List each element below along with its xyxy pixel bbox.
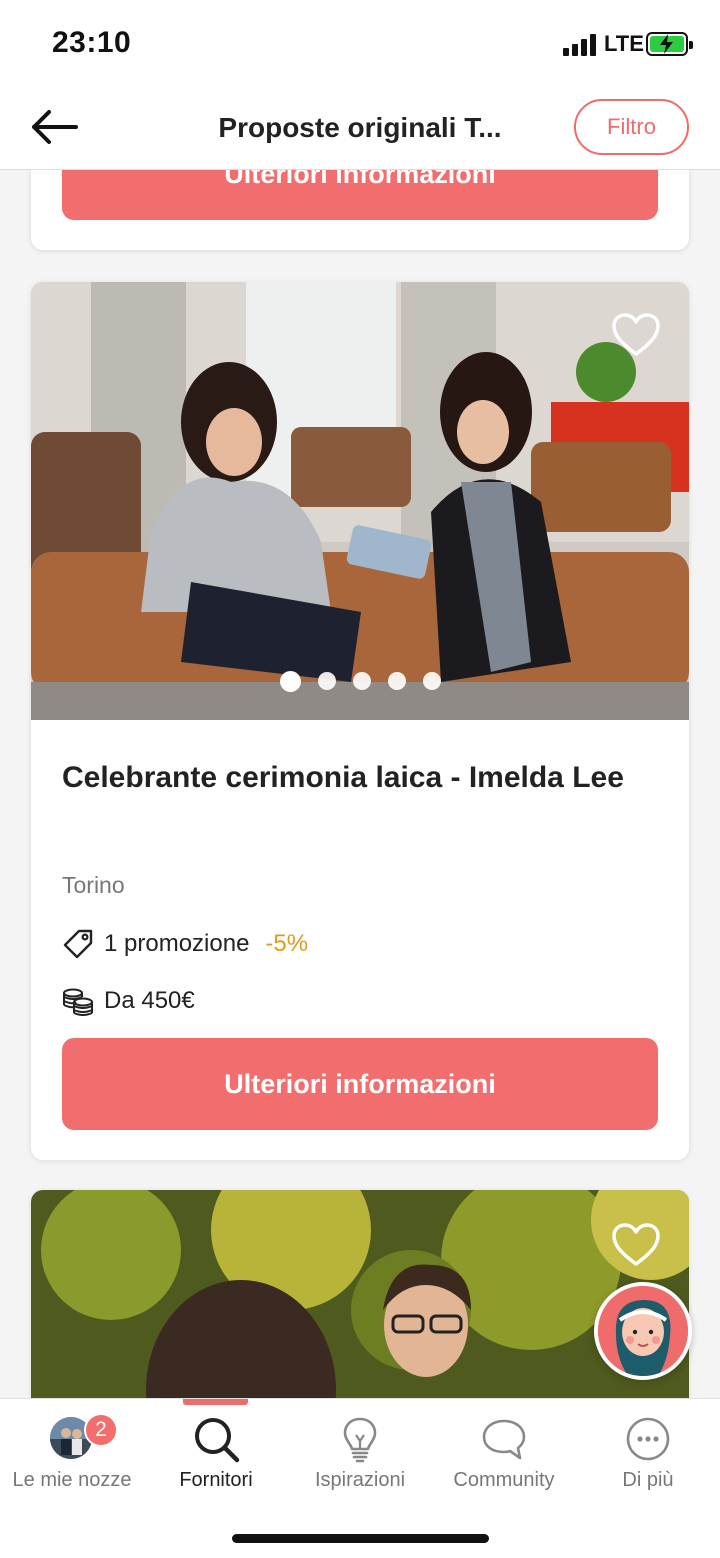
coins-icon	[63, 988, 93, 1016]
status-bar: 23:10 LTE	[0, 0, 720, 88]
nav-item-community[interactable]: Community	[432, 1399, 576, 1509]
signal-icon	[563, 34, 597, 56]
favorite-heart-icon[interactable]	[611, 1222, 661, 1268]
discount-badge: -5%	[265, 930, 309, 957]
assistant-avatar-button[interactable]	[594, 1282, 692, 1380]
network-type: LTE	[604, 31, 644, 56]
carousel-dot[interactable]	[317, 672, 336, 690]
search-icon	[195, 1418, 240, 1463]
promotion-row: 1 promozione -5%	[62, 928, 308, 960]
carousel-dot[interactable]	[279, 671, 301, 692]
price-text: Da 450€	[104, 987, 195, 1014]
carousel-dot[interactable]	[387, 672, 406, 690]
lightbulb-icon	[343, 1417, 377, 1463]
carousel-dot[interactable]	[422, 672, 441, 690]
price-row: Da 450€	[62, 985, 195, 1017]
nav-item-inspiration[interactable]: Ispirazioni	[288, 1399, 432, 1509]
nav-item-my-wedding[interactable]: 2 Le mie nozze	[0, 1399, 144, 1509]
favorite-heart-icon[interactable]	[611, 312, 661, 358]
top-app-bar: Proposte originali T... Filtro	[0, 88, 720, 170]
nav-label: Fornitori	[179, 1469, 253, 1491]
chat-bubble-icon	[482, 1419, 526, 1460]
nav-label: Ispirazioni	[314, 1469, 406, 1491]
nav-item-more[interactable]: Di più	[576, 1399, 720, 1509]
vendor-title[interactable]: Celebrante cerimonia laica - Imelda Lee	[62, 752, 652, 804]
nav-item-vendors[interactable]: Fornitori	[144, 1399, 288, 1509]
carousel-dots	[31, 671, 689, 692]
promotion-text: 1 promozione	[104, 930, 250, 957]
notification-badge: 2	[84, 1413, 118, 1447]
nav-label: Community	[453, 1469, 555, 1491]
status-time: 23:10	[52, 26, 132, 59]
back-button[interactable]	[26, 104, 82, 150]
more-icon	[626, 1417, 670, 1461]
nav-label: Le mie nozze	[12, 1469, 132, 1491]
page-title: Proposte originali T...	[218, 112, 502, 143]
more-info-button[interactable]: Ulteriori informazioni	[62, 1038, 658, 1130]
vendor-location: Torino	[62, 872, 125, 898]
battery-icon	[646, 32, 693, 56]
arrow-left-icon	[32, 110, 78, 144]
nav-label: Di più	[622, 1469, 674, 1491]
home-indicator	[232, 1534, 489, 1543]
tag-icon	[63, 929, 93, 959]
vendor-photo[interactable]	[31, 282, 689, 720]
vendor-card[interactable]: Celebrante cerimonia laica - Imelda Lee …	[31, 282, 689, 1160]
carousel-dot[interactable]	[352, 672, 371, 690]
filter-button[interactable]: Filtro	[574, 99, 689, 155]
